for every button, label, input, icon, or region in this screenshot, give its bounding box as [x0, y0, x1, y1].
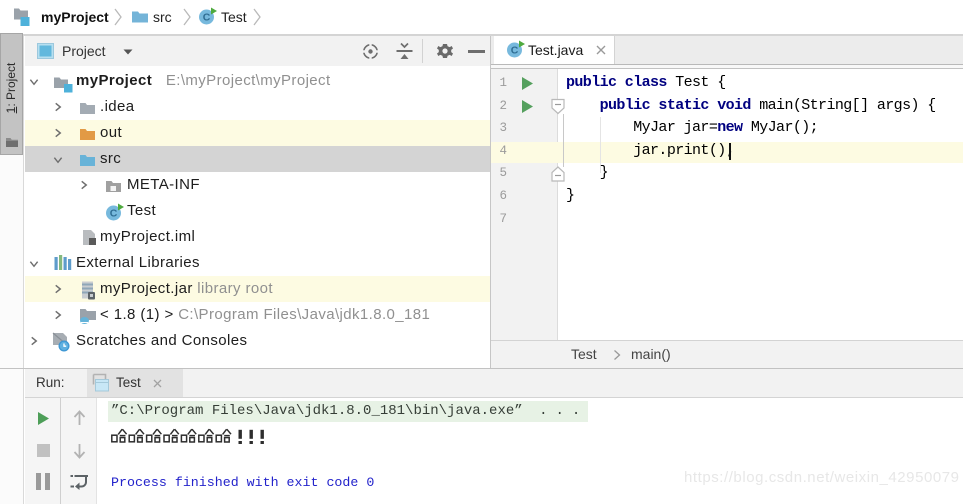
svg-text:C: C: [511, 45, 519, 57]
svg-text:C: C: [110, 208, 118, 220]
svg-text:C: C: [203, 12, 211, 24]
